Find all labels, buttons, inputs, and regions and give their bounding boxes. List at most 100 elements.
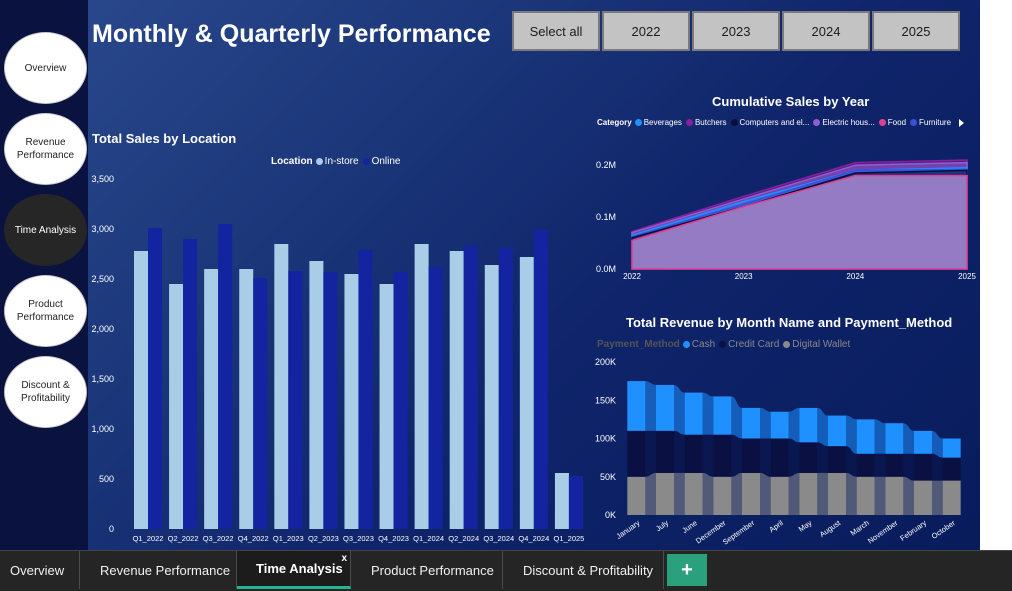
bar-creditcard — [885, 453, 904, 477]
legend-label: Furniture — [919, 118, 952, 127]
x-tick-label: Q1_2025 — [553, 534, 584, 543]
slicer-2024-button[interactable]: 2024 — [782, 11, 870, 51]
bar-instore — [484, 265, 499, 529]
y-tick-label: 0.2M — [596, 160, 616, 170]
bar-digitalwallet — [856, 476, 875, 515]
nav-button-revenue-performance[interactable]: Revenue Performance — [4, 113, 87, 185]
bar-creditcard — [742, 438, 760, 473]
y-tick-label: 0K — [605, 510, 616, 520]
close-icon[interactable]: x — [341, 553, 347, 564]
tab-overview[interactable]: Overview — [0, 551, 80, 589]
legend-item-food[interactable]: Food — [878, 118, 906, 127]
ribbon-creditcard — [674, 430, 685, 473]
nav-button-product-performance[interactable]: Product Performance — [4, 275, 87, 347]
x-tick-label: 2023 — [735, 272, 753, 281]
y-tick-label: 2,000 — [91, 324, 114, 334]
x-tick-label: Q3_2024 — [483, 534, 514, 543]
tab-product-performance[interactable]: Product Performance — [351, 551, 503, 589]
bar-instore — [204, 269, 219, 529]
ribbon-creditcard — [645, 430, 656, 477]
bar-cash — [885, 423, 904, 454]
revenue-payment-legend: Payment_Method Cash Credit Card Digital … — [597, 339, 854, 350]
bar-online — [288, 271, 303, 529]
slicer-2022-button[interactable]: 2022 — [602, 11, 690, 51]
legend-item-digital-wallet[interactable]: Digital Wallet — [783, 339, 850, 350]
ribbon-creditcard — [760, 438, 771, 477]
ribbon-digitalwallet — [846, 472, 857, 515]
bar-creditcard — [856, 453, 875, 477]
y-tick-label: 150K — [595, 395, 616, 405]
sales-location-title: Total Sales by Location — [92, 131, 237, 146]
bar-online — [253, 278, 268, 529]
report-canvas: Overview Revenue Performance Time Analys… — [0, 0, 980, 550]
tab-revenue-performance[interactable]: Revenue Performance — [80, 551, 237, 589]
bar-digitalwallet — [713, 476, 732, 515]
bar-cash — [742, 407, 760, 439]
bar-online — [358, 250, 373, 529]
legend-item-beverages[interactable]: Beverages — [634, 118, 682, 127]
ribbon-cash — [788, 407, 800, 443]
nav-button-discount-profitability[interactable]: Discount & Profitability — [4, 356, 87, 428]
tab-discount-profitability[interactable]: Discount & Profitability — [503, 551, 664, 589]
tab-label: Revenue Performance — [100, 562, 231, 578]
bar-creditcard — [656, 430, 674, 473]
page-tab-bar: Overview Revenue Performance Time Analys… — [0, 550, 1012, 591]
legend-item-furniture[interactable]: Furniture — [910, 118, 951, 127]
legend-dot — [813, 119, 821, 126]
x-tick-label: May — [797, 518, 814, 534]
nav-button-time-analysis[interactable]: Time Analysis — [4, 194, 87, 266]
slicer-2025-button[interactable]: 2025 — [872, 11, 960, 51]
slicer-select-all-button[interactable]: Select all — [512, 11, 600, 51]
ribbon-creditcard — [903, 453, 914, 481]
bar-digitalwallet — [885, 476, 904, 515]
ribbon-digitalwallet — [903, 476, 914, 515]
slicer-2023-button[interactable]: 2023 — [692, 11, 780, 51]
x-tick-label: Q1_2022 — [133, 534, 164, 543]
legend-label: Computers and el... — [739, 118, 810, 127]
bar-creditcard — [770, 438, 789, 477]
tab-label: Discount & Profitability — [523, 562, 654, 578]
y-tick-label: 0.1M — [596, 212, 616, 222]
x-tick-label: April — [767, 518, 785, 534]
legend-item-butchers[interactable]: Butchers — [685, 118, 727, 127]
legend-title: Payment_Method — [597, 339, 680, 350]
bar-online — [463, 246, 478, 529]
bar-cash — [942, 438, 961, 458]
tab-time-analysis[interactable]: Time Analysis x — [237, 551, 351, 589]
x-tick-label: January — [614, 518, 641, 541]
legend-item-credit-card[interactable]: Credit Card — [719, 339, 779, 350]
nav-button-overview[interactable]: Overview — [4, 32, 87, 104]
bar-online — [393, 272, 408, 529]
x-tick-label: August — [818, 518, 843, 539]
bar-digitalwallet — [799, 472, 818, 515]
chevron-right-icon[interactable] — [959, 118, 965, 127]
bar-digitalwallet — [656, 472, 674, 515]
legend-item-computers[interactable]: Computers and el... — [730, 118, 810, 127]
bar-digitalwallet — [684, 472, 703, 515]
legend-label: Beverages — [643, 118, 682, 127]
x-tick-label: Q4_2023 — [378, 534, 409, 543]
legend-item-cash[interactable]: Cash — [682, 339, 715, 350]
ribbon-creditcard — [817, 442, 828, 473]
x-tick-label: Q4_2022 — [238, 534, 269, 543]
ribbon-digitalwallet — [760, 472, 771, 515]
ribbon-digitalwallet — [702, 472, 714, 515]
bar-cash — [713, 396, 732, 435]
legend-label: Butchers — [694, 118, 727, 127]
plus-icon[interactable]: + — [667, 554, 707, 586]
bar-cash — [627, 381, 646, 431]
ribbon-digitalwallet — [874, 476, 886, 515]
bar-digitalwallet — [627, 476, 646, 515]
bar-instore — [169, 284, 184, 529]
report-app: Overview Revenue Performance Time Analys… — [0, 0, 1012, 591]
legend-item-electric[interactable]: Electric hous... — [813, 118, 875, 127]
legend-dot — [315, 158, 323, 165]
ribbon-digitalwallet — [731, 472, 742, 515]
ribbon-creditcard — [874, 453, 886, 477]
x-tick-label: Q2_2024 — [448, 534, 479, 543]
bar-creditcard — [799, 442, 818, 473]
bar-online — [568, 476, 583, 529]
legend-dot — [634, 119, 642, 126]
ribbon-creditcard — [788, 438, 800, 477]
bar-digitalwallet — [942, 480, 961, 515]
